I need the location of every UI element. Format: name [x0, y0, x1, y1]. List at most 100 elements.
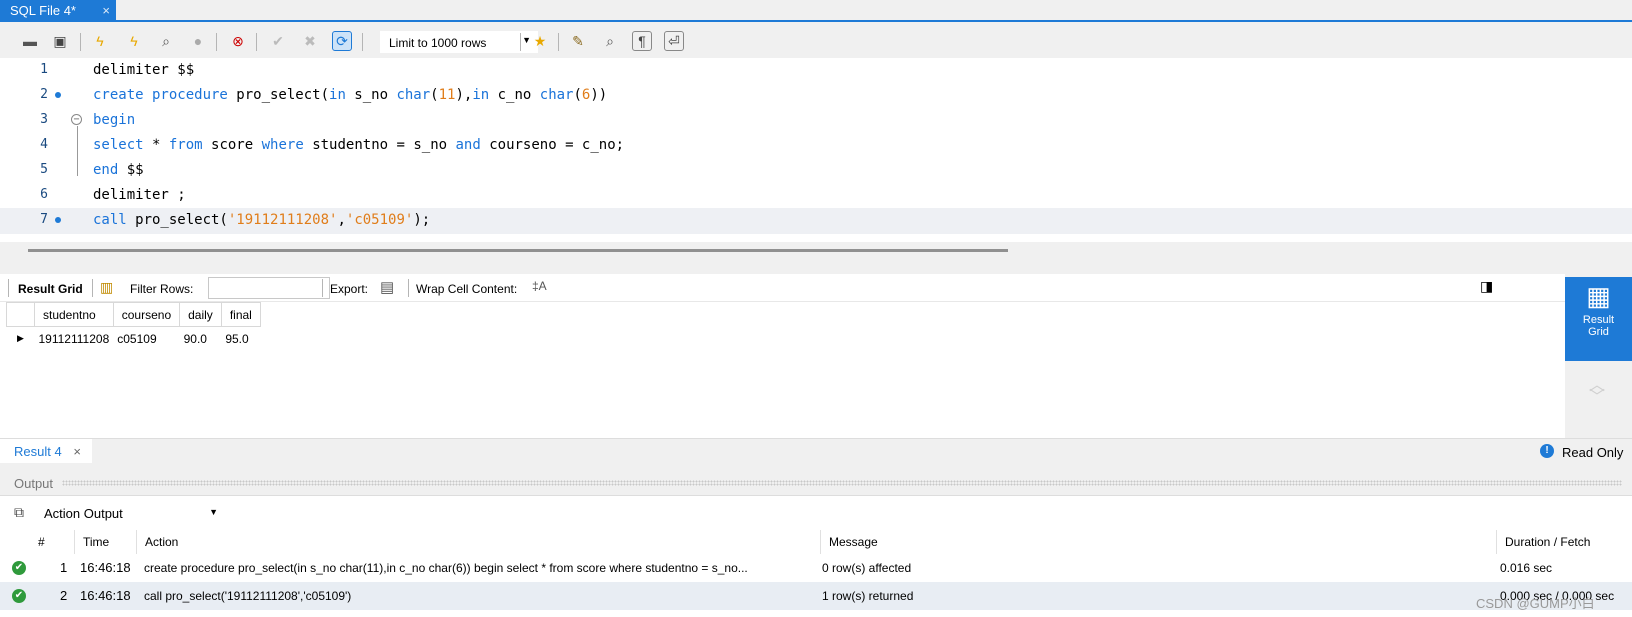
- toolbar-separator: [408, 279, 409, 297]
- limit-rows-select[interactable]: Limit to 1000 rows ▼: [380, 31, 538, 53]
- result-grid-label[interactable]: Result Grid: [18, 282, 83, 296]
- column-header[interactable]: #: [32, 530, 74, 554]
- toggle-panel-icon[interactable]: ◨: [1480, 278, 1493, 295]
- column-header[interactable]: courseno: [112, 302, 181, 327]
- rollback-icon[interactable]: ✖: [300, 31, 320, 51]
- result-tab-label: Result 4: [14, 444, 62, 459]
- explain-icon[interactable]: ⌕: [156, 31, 176, 51]
- toolbar-separator: [80, 33, 81, 51]
- column-header[interactable]: Time: [74, 530, 136, 554]
- row-message: 1 row(s) returned: [822, 589, 914, 603]
- row-time: 16:46:18: [80, 588, 131, 603]
- code-text: begin: [93, 112, 136, 128]
- sql-toolbar: ▬ ▣ ϟ ϟ ⌕ ● ⊗ ✔ ✖ ⟳ Limit to 1000 rows ▼…: [0, 24, 1632, 58]
- autocommit-icon[interactable]: ⟳: [332, 31, 352, 51]
- row-message: 0 row(s) affected: [822, 561, 912, 575]
- code-text: delimiter ;: [93, 187, 186, 203]
- panel-grip[interactable]: [62, 480, 1622, 486]
- execute-current-icon[interactable]: ϟ: [124, 31, 144, 51]
- close-icon[interactable]: ×: [73, 444, 81, 459]
- copy-icon[interactable]: ⧉: [14, 504, 24, 521]
- execute-icon[interactable]: ϟ: [90, 31, 110, 51]
- table-cell[interactable]: 19112111208: [35, 327, 114, 351]
- tab-sql-file[interactable]: SQL File 4* ×: [0, 0, 116, 22]
- line-number: 5: [40, 162, 48, 177]
- limit-rows-value: Limit to 1000 rows: [389, 36, 487, 50]
- add-snippet-icon[interactable]: ★: [530, 31, 550, 51]
- output-row[interactable]: ✔ 1 16:46:18 create procedure pro_select…: [0, 554, 1632, 582]
- code-text: delimiter $$: [93, 62, 195, 78]
- editor-line: 2 create procedure pro_select(in s_no ch…: [0, 83, 1632, 109]
- column-header[interactable]: final: [220, 302, 261, 327]
- code-text: select * from score where studentno = s_…: [93, 137, 625, 153]
- editor-horizontal-scrollbar[interactable]: [0, 242, 1632, 260]
- output-toolbar: ⧉ Action Output ▼: [0, 496, 1632, 530]
- result-toolbar: Result Grid ▥ Filter Rows: Export: ▤ Wra…: [0, 274, 1565, 302]
- table-cell[interactable]: c05109: [113, 327, 179, 351]
- row-time: 16:46:18: [80, 560, 131, 575]
- find-icon[interactable]: ⌕: [600, 31, 620, 51]
- column-header[interactable]: daily: [179, 302, 222, 327]
- statement-marker-icon: [55, 217, 61, 223]
- save-icon[interactable]: ▣: [50, 31, 70, 51]
- code-text: call pro_select('19112111208','c05109');: [93, 212, 431, 228]
- column-header[interactable]: Message: [820, 530, 1496, 554]
- statement-marker-icon: [55, 92, 61, 98]
- toolbar-separator: [216, 33, 217, 51]
- editor-line: 5 end $$: [0, 158, 1632, 184]
- column-header[interactable]: Duration / Fetch: [1496, 530, 1632, 554]
- info-icon: !: [1540, 444, 1554, 458]
- line-number: 7: [40, 212, 48, 227]
- result-grid-side-button[interactable]: ▦ Result Grid: [1565, 277, 1632, 361]
- action-output-value: Action Output: [44, 506, 123, 521]
- output-panel-header: Output: [0, 470, 1632, 496]
- result-table: studentno courseno daily final ▶ 1911211…: [6, 302, 261, 351]
- editor-line: 1 delimiter $$: [0, 58, 1632, 84]
- table-row[interactable]: ▶ 19112111208 c05109 90.0 95.0: [7, 327, 261, 351]
- toolbar-separator: [322, 279, 323, 297]
- row-number: 2: [60, 588, 68, 603]
- wrap-cell-icon[interactable]: ‡A: [532, 279, 547, 293]
- line-number: 2: [40, 87, 48, 102]
- output-row[interactable]: ✔ 2 16:46:18 call pro_select('1911211120…: [0, 582, 1632, 610]
- column-header[interactable]: studentno: [34, 302, 114, 327]
- invisible-chars-icon[interactable]: ¶: [632, 31, 652, 51]
- toolbar-separator: [520, 33, 521, 51]
- success-icon: ✔: [12, 561, 26, 575]
- row-action: create procedure pro_select(in s_no char…: [144, 561, 748, 575]
- filter-rows-input[interactable]: [208, 277, 330, 299]
- stop-icon[interactable]: ●: [188, 31, 208, 51]
- scrollbar-thumb[interactable]: [28, 249, 1008, 252]
- editor-tab-bar: SQL File 4* ×: [0, 0, 1632, 22]
- table-cell[interactable]: 90.0: [180, 327, 222, 351]
- success-icon: ✔: [12, 589, 26, 603]
- open-folder-icon[interactable]: ▬: [20, 31, 40, 51]
- word-wrap-icon[interactable]: ⏎: [664, 31, 684, 51]
- line-number: 3: [40, 112, 48, 127]
- tab-result-4[interactable]: Result 4 ×: [0, 439, 92, 463]
- toolbar-separator: [362, 33, 363, 51]
- editor-line: 4 select * from score where studentno = …: [0, 133, 1632, 159]
- read-only-label: Read Only: [1562, 445, 1624, 460]
- stop-on-error-icon[interactable]: ⊗: [228, 31, 248, 51]
- export-icon[interactable]: ▤: [380, 278, 394, 296]
- scroll-arrows-icon[interactable]: ︿ ﹀: [1589, 378, 1605, 406]
- grid-layout-icon[interactable]: ▥: [100, 279, 113, 296]
- chevron-down-icon: ▼: [209, 507, 218, 517]
- sql-editor[interactable]: 1 delimiter $$ 2 create procedure pro_se…: [0, 58, 1632, 242]
- row-duration: 0.016 sec: [1500, 561, 1553, 575]
- line-number: 4: [40, 137, 48, 152]
- output-title: Output: [14, 476, 54, 491]
- fold-collapse-icon[interactable]: −: [71, 114, 82, 125]
- code-text: create procedure pro_select(in s_no char…: [93, 87, 608, 103]
- tab-close-icon[interactable]: ×: [102, 3, 110, 18]
- row-action: call pro_select('19112111208','c05109'): [144, 589, 352, 603]
- export-label: Export:: [330, 282, 369, 296]
- table-cell[interactable]: 95.0: [221, 327, 260, 351]
- beautify-icon[interactable]: ✎: [568, 31, 588, 51]
- toolbar-separator: [256, 33, 257, 51]
- editor-line: 3 − begin: [0, 108, 1632, 134]
- column-header[interactable]: Action: [136, 530, 820, 554]
- action-output-select[interactable]: Action Output ▼: [36, 502, 226, 524]
- commit-icon[interactable]: ✔: [268, 31, 288, 51]
